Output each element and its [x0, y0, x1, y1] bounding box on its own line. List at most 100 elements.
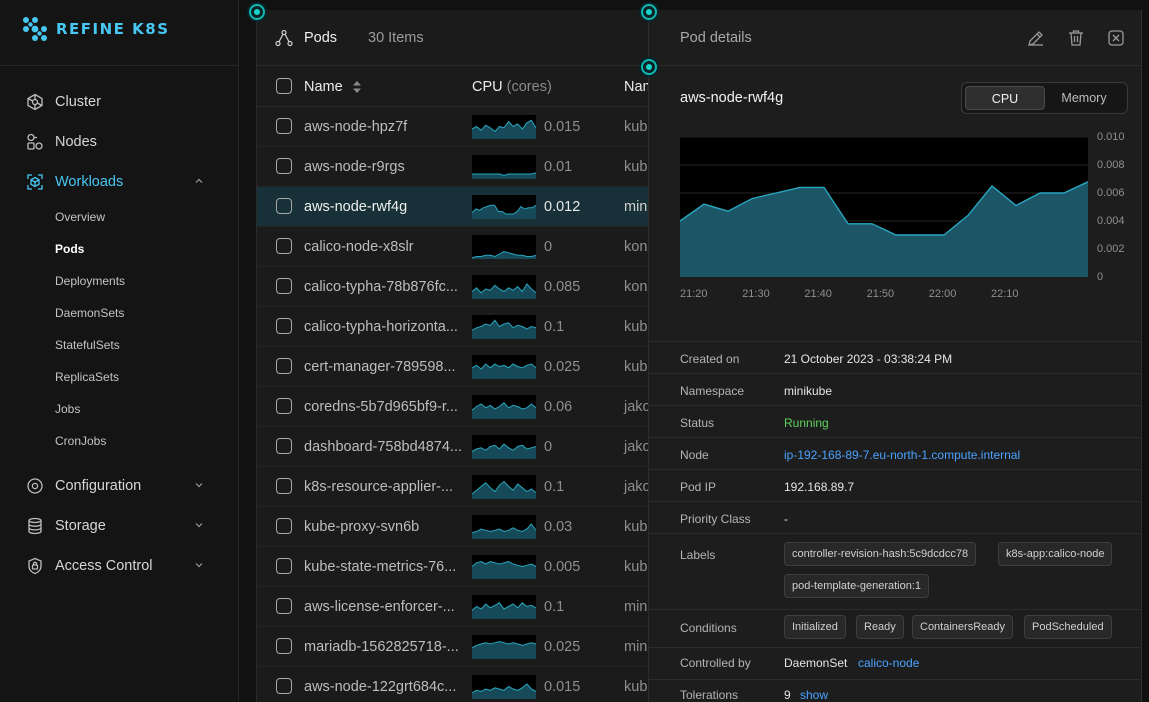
sidebar-subitem-deployments[interactable]: Deployments: [55, 274, 125, 290]
sidebar-item-cluster[interactable]: Cluster: [26, 90, 101, 114]
cpu-sparkline: [472, 635, 536, 659]
pod-name-cell[interactable]: calico-typha-78b876fc...: [304, 279, 458, 295]
sidebar-subitem-cronjobs[interactable]: CronJobs: [55, 434, 106, 450]
pod-name-cell[interactable]: aws-node-rwf4g: [304, 199, 407, 215]
chart-y-tick: 0.002: [1097, 243, 1125, 255]
label-tag: controller-revision-hash:5c9dcdcc78: [784, 542, 977, 566]
close-icon[interactable]: [1106, 28, 1126, 48]
node-link[interactable]: ip-192-168-89-7.eu-north-1.compute.inter…: [784, 448, 1020, 462]
table-row[interactable]: calico-node-x8slr 0 kon: [257, 227, 676, 267]
row-checkbox[interactable]: [276, 558, 292, 574]
sidebar-item-access-control[interactable]: Access Control: [26, 554, 203, 578]
sidebar-item-configuration[interactable]: Configuration: [26, 474, 203, 498]
row-checkbox[interactable]: [276, 598, 292, 614]
pod-name-cell[interactable]: kube-proxy-svn6b: [304, 519, 419, 535]
pod-name-cell[interactable]: mariadb-1562825718-...: [304, 639, 459, 655]
pod-name-cell[interactable]: aws-node-r9rgs: [304, 159, 405, 175]
memory-tab[interactable]: Memory: [1044, 86, 1124, 110]
trash-icon[interactable]: [1066, 28, 1086, 48]
sidebar-item-label: Cluster: [55, 94, 101, 110]
row-checkbox[interactable]: [276, 678, 292, 694]
info-row-pod-ip: Pod IP 192.168.89.7: [649, 469, 1141, 501]
table-row[interactable]: aws-node-r9rgs 0.01 kub: [257, 147, 676, 187]
sidebar-subitem-overview[interactable]: Overview: [55, 210, 105, 226]
details-title: Pod details: [680, 30, 752, 46]
info-row-node: Node ip-192-168-89-7.eu-north-1.compute.…: [649, 437, 1141, 469]
table-row[interactable]: aws-node-122grt684c... 0.015 kub: [257, 667, 676, 702]
resize-handle[interactable]: [641, 4, 657, 20]
app-logo[interactable]: REFINE K8S: [22, 16, 170, 42]
show-tolerations-link[interactable]: show: [800, 688, 828, 702]
row-checkbox[interactable]: [276, 478, 292, 494]
table-row[interactable]: kube-proxy-svn6b 0.03 kub: [257, 507, 676, 547]
chart-y-tick: 0: [1097, 271, 1104, 283]
row-checkbox[interactable]: [276, 438, 292, 454]
sparkline-area: [472, 320, 536, 339]
row-checkbox[interactable]: [276, 318, 292, 334]
table-row[interactable]: mariadb-1562825718-... 0.025 min: [257, 627, 676, 667]
chart-x-tick: 22:00: [928, 288, 957, 300]
resize-handle[interactable]: [641, 59, 657, 75]
sidebar-subitem-daemonsets[interactable]: DaemonSets: [55, 306, 124, 322]
row-checkbox[interactable]: [276, 238, 292, 254]
sidebar-subitem-pods[interactable]: Pods: [55, 242, 84, 258]
table-row[interactable]: calico-typha-horizonta... 0.1 kub: [257, 307, 676, 347]
chart-x-tick: 21:40: [804, 288, 832, 300]
namespace-cell: kub: [624, 119, 648, 135]
cpu-value-cell: 0.012: [544, 199, 581, 215]
table-row[interactable]: aws-node-rwf4g 0.012 min: [257, 187, 676, 227]
sidebar-item-workloads[interactable]: Workloads: [26, 170, 203, 194]
row-checkbox[interactable]: [276, 358, 292, 374]
tolerations-count: 9: [784, 688, 791, 702]
info-row-created: Created on 21 October 2023 - 03:38:24 PM: [649, 341, 1141, 373]
sidebar-item-nodes[interactable]: Nodes: [26, 130, 97, 154]
row-checkbox[interactable]: [276, 638, 292, 654]
chart-x-tick: 21:30: [742, 288, 770, 300]
table-row[interactable]: aws-node-hpz7f 0.015 kub: [257, 107, 676, 147]
sort-icon[interactable]: [353, 81, 361, 93]
pod-name-cell[interactable]: aws-node-122grt684c...: [304, 679, 456, 695]
labels-label: Labels: [680, 548, 716, 562]
table-row[interactable]: dashboard-758bd4874... 0 jako: [257, 427, 676, 467]
table-row[interactable]: cert-manager-789598... 0.025 kub: [257, 347, 676, 387]
row-checkbox[interactable]: [276, 518, 292, 534]
pod-name-cell[interactable]: calico-node-x8slr: [304, 239, 414, 255]
row-checkbox[interactable]: [276, 118, 292, 134]
chevron-up-icon: [195, 178, 203, 183]
pod-name-cell[interactable]: dashboard-758bd4874...: [304, 439, 462, 455]
column-header-cpu[interactable]: CPU (cores): [472, 79, 552, 95]
controller-link[interactable]: calico-node: [858, 656, 919, 670]
pod-name-cell[interactable]: cert-manager-789598...: [304, 359, 456, 375]
namespace-label: Namespace: [680, 384, 745, 398]
pod-name-cell[interactable]: coredns-5b7d965bf9-r...: [304, 399, 458, 415]
pod-name-cell[interactable]: aws-license-enforcer-...: [304, 599, 455, 615]
resize-handle[interactable]: [249, 4, 265, 20]
select-all-checkbox[interactable]: [276, 78, 292, 94]
sidebar-subitem-jobs[interactable]: Jobs: [55, 402, 80, 418]
sidebar-subitem-statefulsets[interactable]: StatefulSets: [55, 338, 120, 354]
pod-name-cell[interactable]: kube-state-metrics-76...: [304, 559, 456, 575]
table-row[interactable]: aws-license-enforcer-... 0.1 min: [257, 587, 676, 627]
row-checkbox[interactable]: [276, 398, 292, 414]
namespace-cell: kub: [624, 519, 648, 535]
namespace-cell: kub: [624, 319, 648, 335]
table-row[interactable]: coredns-5b7d965bf9-r... 0.06 jako: [257, 387, 676, 427]
cpu-tab[interactable]: CPU: [965, 86, 1045, 110]
pod-name-cell[interactable]: aws-node-hpz7f: [304, 119, 407, 135]
column-header-cpu-unit: (cores): [506, 79, 552, 95]
table-row[interactable]: calico-typha-78b876fc... 0.085 kon: [257, 267, 676, 307]
sparkline-area: [472, 205, 536, 219]
row-checkbox[interactable]: [276, 278, 292, 294]
row-checkbox[interactable]: [276, 158, 292, 174]
sidebar-subitem-replicasets[interactable]: ReplicaSets: [55, 370, 119, 386]
cpu-sparkline: [472, 595, 536, 619]
status-label: Status: [680, 416, 715, 430]
column-header-name[interactable]: Name: [304, 79, 343, 95]
sidebar-item-storage[interactable]: Storage: [26, 514, 203, 538]
pod-name-cell[interactable]: k8s-resource-applier-...: [304, 479, 453, 495]
table-row[interactable]: kube-state-metrics-76... 0.005 kub: [257, 547, 676, 587]
row-checkbox[interactable]: [276, 198, 292, 214]
table-row[interactable]: k8s-resource-applier-... 0.1 jako: [257, 467, 676, 507]
edit-icon[interactable]: [1026, 28, 1046, 48]
pod-name-cell[interactable]: calico-typha-horizonta...: [304, 319, 458, 335]
